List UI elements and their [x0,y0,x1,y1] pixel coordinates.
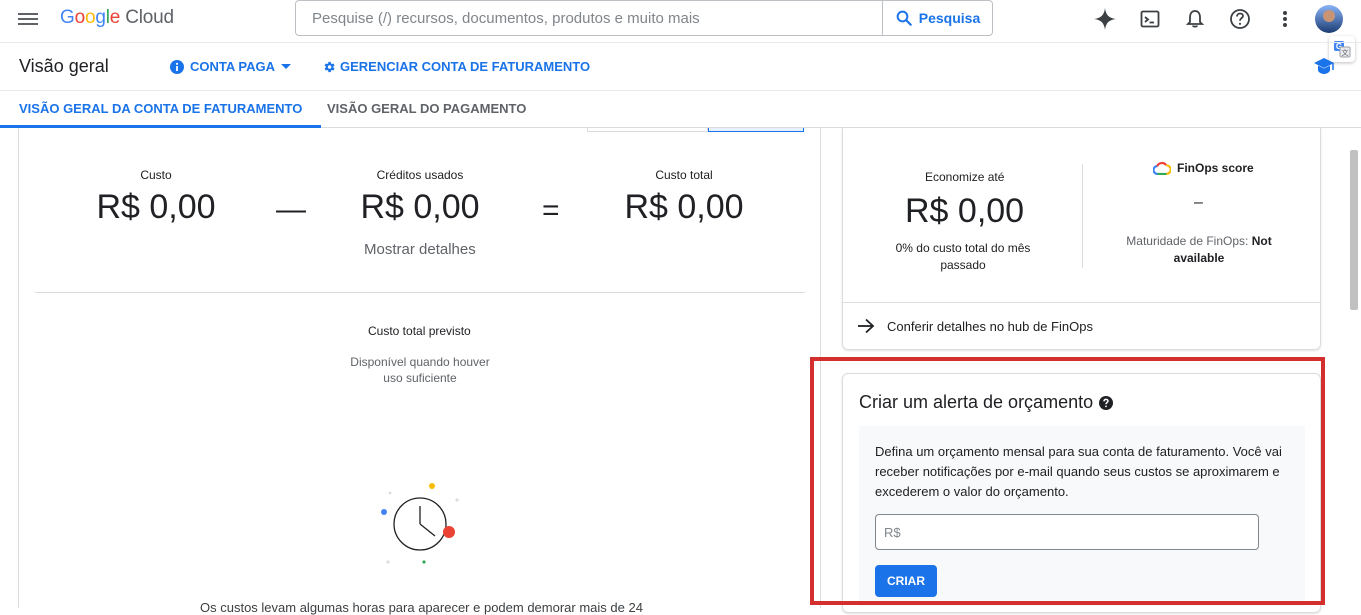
forecast-subtitle: Disponível quando houver uso suficiente [350,355,490,385]
view-toggle-option-selected[interactable] [708,128,804,132]
top-bar: Google Cloud Pesquisa G文 [0,0,1361,62]
equals-operator: = [542,194,560,227]
finops-score-label: FinOps score [1177,161,1254,175]
top-icons [1090,4,1343,34]
view-toggle-option[interactable] [587,128,708,132]
tab-bar: VISÃO GERAL DA CONTA DE FATURAMENTO VISÃ… [0,91,1361,128]
credits-metric: Créditos usados R$ 0,00 [345,168,495,227]
show-details-link[interactable]: Mostrar detalhes [364,241,476,258]
gear-icon [324,61,335,72]
divider [35,292,805,293]
tab-billing-account-overview[interactable]: VISÃO GERAL DA CONTA DE FATURAMENTO [0,91,322,128]
forecast-title: Custo total previsto [368,324,471,338]
total-metric: Custo total R$ 0,00 [614,168,754,227]
total-value: R$ 0,00 [624,188,744,226]
page-title: Visão geral [19,56,109,76]
google-cloud-logo[interactable]: Google Cloud [60,7,174,29]
savings-value: R$ 0,00 [905,192,1025,230]
credits-label: Créditos usados [376,168,464,182]
tab-payment-overview[interactable]: VISÃO GERAL DO PAGAMENTO [308,91,545,128]
cost-label: Custo [140,168,172,182]
search-icon [896,10,912,26]
minus-operator: — [276,193,306,226]
manage-billing-account-label: GERENCIAR CONTA DE FATURAMENTO [340,59,591,74]
finops-score-header: FinOps score [1153,161,1254,175]
account-avatar[interactable] [1315,5,1343,33]
savings-label: Economize até [925,170,1005,184]
page-header: Visão geral CONTA PAGA GERENCIAR CONTA D… [0,42,1361,91]
finops-hub-link-label: Conferir detalhes no hub de FinOps [887,318,1093,334]
info-icon [170,59,184,74]
cost-value: R$ 0,00 [96,188,216,226]
scrollbar[interactable] [1350,150,1358,310]
search-button-label: Pesquisa [918,10,981,26]
logo-google-text: Google [60,7,121,28]
account-type-label: CONTA PAGA [190,59,275,74]
school-icon[interactable] [1313,57,1335,77]
maturity-label: Maturidade de FinOps: [1126,234,1249,248]
finops-card: Economize até R$ 0,00 0% do custo total … [842,128,1321,350]
account-type-dropdown[interactable]: CONTA PAGA [170,59,291,74]
credits-value: R$ 0,00 [360,188,480,226]
google-cloud-icon [1153,161,1171,175]
gemini-spark-icon[interactable] [1090,4,1120,34]
cost-metric: Custo R$ 0,00 [86,168,226,227]
search-bar: Pesquisa [295,0,993,36]
cloud-shell-icon[interactable] [1135,4,1165,34]
caret-down-icon [280,63,291,69]
finops-score-value: – [1194,194,1203,211]
finops-maturity: Maturidade de FinOps: Not available [1119,233,1279,267]
savings-subtitle: 0% do custo total do mês passado [895,241,1031,272]
arrow-right-icon [858,318,875,334]
more-vert-icon[interactable] [1270,4,1300,34]
notifications-icon[interactable] [1180,4,1210,34]
clock-illustration-icon [381,483,459,564]
search-input[interactable] [296,1,882,35]
search-button[interactable]: Pesquisa [882,1,992,35]
manage-billing-account-link[interactable]: GERENCIAR CONTA DE FATURAMENTO [322,59,590,74]
logo-cloud-text: Cloud [125,7,174,28]
help-icon[interactable] [1225,4,1255,34]
finops-hub-link[interactable]: Conferir detalhes no hub de FinOps [843,302,1320,349]
divider [1082,164,1083,268]
highlight-box [810,357,1325,605]
total-label: Custo total [655,168,713,182]
menu-icon[interactable] [18,10,38,30]
